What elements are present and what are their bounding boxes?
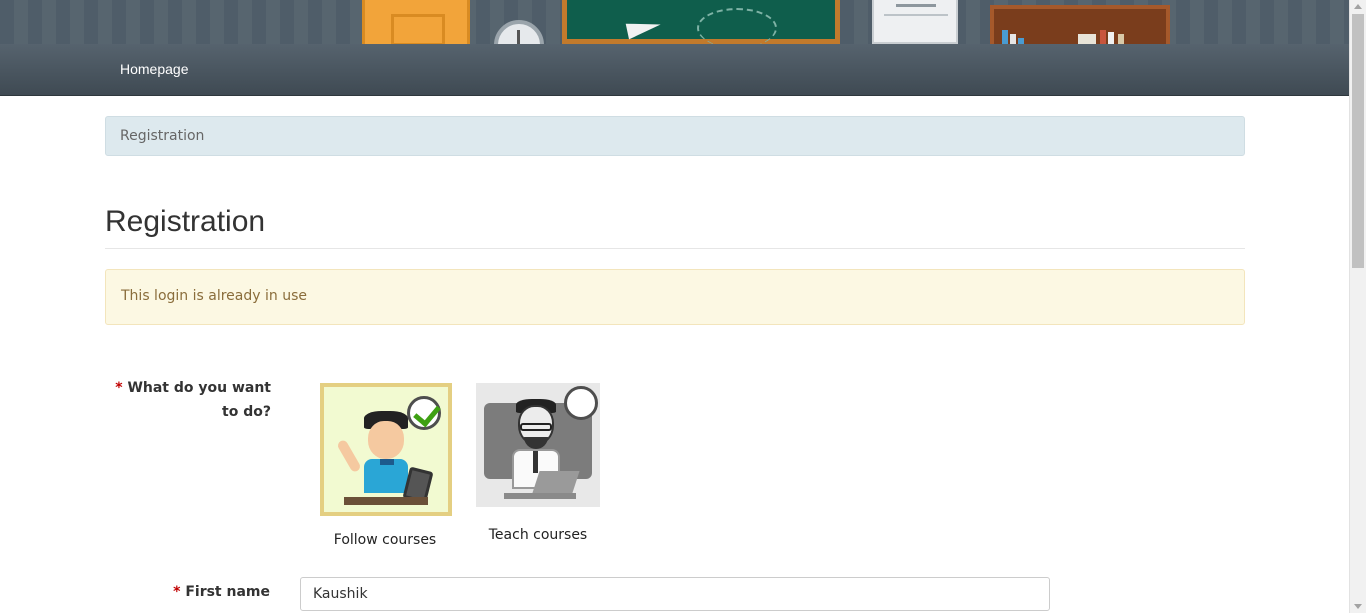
warning-alert: This login is already in use	[105, 269, 1245, 325]
paper-plane-icon	[625, 16, 663, 40]
banner-chalkboard-illustration	[562, 0, 840, 44]
teacher-illustration[interactable]	[476, 383, 600, 507]
role-option-teach-courses[interactable]: Teach courses	[473, 383, 603, 543]
required-mark: *	[115, 380, 123, 396]
banner-cabinet-illustration	[872, 0, 958, 44]
empty-circle-icon	[564, 386, 598, 420]
required-mark: *	[173, 584, 181, 600]
role-question-label: * What do you want to do?	[105, 376, 271, 424]
check-circle-icon	[407, 396, 441, 430]
breadcrumb: Registration	[105, 116, 1245, 156]
banner-bookshelf-illustration	[990, 5, 1170, 44]
title-divider	[105, 248, 1245, 249]
page-title: Registration	[105, 205, 266, 238]
first-name-input[interactable]	[300, 577, 1050, 611]
scrollbar-thumb[interactable]	[1352, 14, 1364, 268]
role-question-text: What do you want to do?	[127, 380, 271, 420]
first-name-label-text: First name	[185, 584, 270, 600]
student-illustration[interactable]	[320, 383, 452, 516]
role-option-label: Follow courses	[333, 532, 437, 548]
scroll-down-arrow-icon[interactable]	[1354, 604, 1362, 609]
role-option-follow-courses[interactable]: Follow courses	[320, 383, 452, 548]
banner-door-illustration	[362, 0, 470, 44]
nav-homepage-link[interactable]: Homepage	[120, 61, 189, 77]
first-name-label: * First name	[105, 584, 270, 600]
banner-clock-illustration	[494, 20, 544, 44]
page-scrollbar[interactable]	[1349, 0, 1366, 613]
breadcrumb-current: Registration	[120, 128, 205, 144]
top-navbar: Homepage	[0, 44, 1349, 96]
alert-message: This login is already in use	[121, 288, 307, 304]
role-option-label: Teach courses	[488, 527, 588, 543]
scroll-up-arrow-icon[interactable]	[1354, 4, 1362, 9]
header-banner	[0, 0, 1349, 44]
